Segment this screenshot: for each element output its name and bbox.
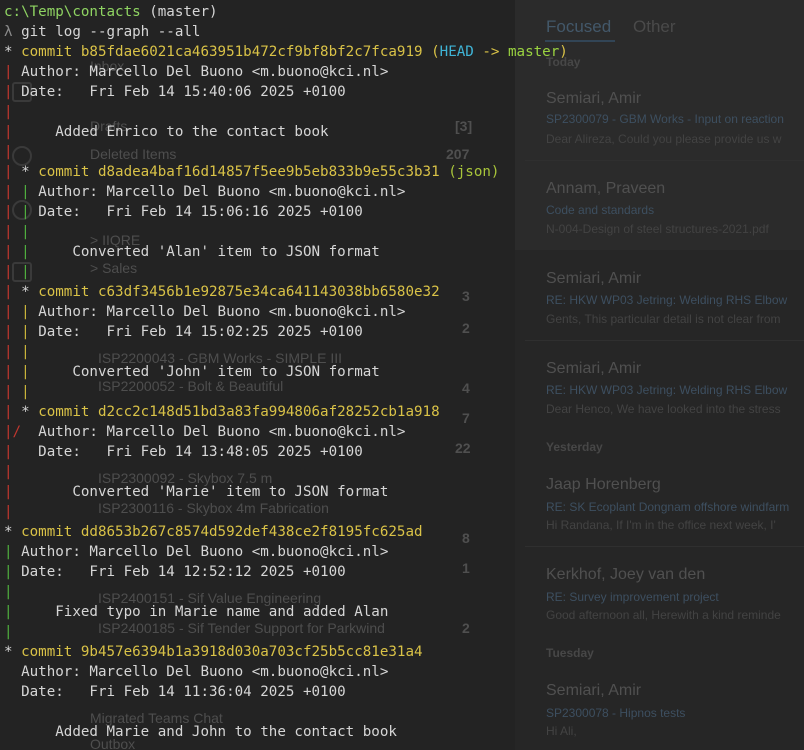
commit-line: * commit 9b457e6394b1a3918d030a703cf25b5… <box>4 642 423 662</box>
graph-commit-marker: * <box>4 644 21 660</box>
author-line: | Author: Marcello Del Buono <m.buono@kc… <box>4 62 388 82</box>
commit-hash: commit d8adea4baf16d14857f5ee9b5eb833b9e… <box>38 164 439 180</box>
author-line: | | Author: Marcello Del Buono <m.buono@… <box>4 182 405 202</box>
author-line: | Author: Marcello Del Buono <m.buono@kc… <box>4 542 388 562</box>
commit-hash: commit c63df3456b1e92875e34ca641143038bb… <box>38 284 439 300</box>
terminal-window[interactable]: c:\Temp\contacts (master) λ git log --gr… <box>0 0 804 750</box>
message-line: | Fixed typo in Marie name and added Ala… <box>4 602 388 622</box>
commit-line: * commit dd8653b267c8574d592def438ce2f81… <box>4 522 423 542</box>
ref-branch: (json) <box>448 164 499 180</box>
graph-commit-marker: * <box>21 284 38 300</box>
commit-line: | * commit d2cc2c148d51bd3a83fa994806af2… <box>4 402 440 422</box>
date-line: | | Date: Fri Feb 14 15:06:16 2025 +0100 <box>4 202 363 222</box>
date-line: | | Date: Fri Feb 14 15:02:25 2025 +0100 <box>4 322 363 342</box>
author-line: Author: Marcello Del Buono <m.buono@kci.… <box>4 662 388 682</box>
date-line: Date: Fri Feb 14 11:36:04 2025 +0100 <box>4 682 346 702</box>
graph-commit-marker: * <box>21 164 38 180</box>
commit-hash: commit d2cc2c148d51bd3a83fa994806af28252… <box>38 404 439 420</box>
graph-commit-marker: * <box>21 404 38 420</box>
author-line: |/ Author: Marcello Del Buono <m.buono@k… <box>4 422 405 442</box>
commit-hash: commit dd8653b267c8574d592def438ce2f8195… <box>21 524 422 540</box>
commit-line: | * commit c63df3456b1e92875e34ca6411430… <box>4 282 440 302</box>
commit-line: * commit b85fdae6021ca463951b472cf9bf8bf… <box>4 42 568 62</box>
message-line: | | Converted 'Alan' item to JSON format <box>4 242 380 262</box>
author-line: | | Author: Marcello Del Buono <m.buono@… <box>4 302 405 322</box>
date-line: | Date: Fri Feb 14 12:52:12 2025 +0100 <box>4 562 346 582</box>
commit-hash: commit b85fdae6021ca463951b472cf9bf8bf2c… <box>21 44 422 60</box>
command-text: git log --graph --all <box>21 24 200 40</box>
message-line: Added Marie and John to the contact book <box>4 722 397 742</box>
message-line: | Converted 'Marie' item to JSON format <box>4 482 388 502</box>
prompt-line: c:\Temp\contacts (master) <box>4 2 218 22</box>
ref-branch: master <box>508 44 559 60</box>
prompt-path: c:\Temp\contacts <box>4 4 141 20</box>
message-line: | Added Enrico to the contact book <box>4 122 329 142</box>
prompt-lambda-icon: λ <box>4 24 13 40</box>
date-line: | Date: Fri Feb 14 13:48:05 2025 +0100 <box>4 442 363 462</box>
commit-hash: commit 9b457e6394b1a3918d030a703cf25b5cc… <box>21 644 422 660</box>
graph-commit-marker: * <box>4 524 21 540</box>
commit-line: | * commit d8adea4baf16d14857f5ee9b5eb83… <box>4 162 499 182</box>
date-line: | Date: Fri Feb 14 15:40:06 2025 +0100 <box>4 82 346 102</box>
command-line[interactable]: λ git log --graph --all <box>4 22 200 42</box>
message-line: | | Converted 'John' item to JSON format <box>4 362 380 382</box>
graph-commit-marker: * <box>4 44 21 60</box>
ref-head: HEAD <box>440 44 474 60</box>
prompt-branch: (master) <box>149 4 217 20</box>
